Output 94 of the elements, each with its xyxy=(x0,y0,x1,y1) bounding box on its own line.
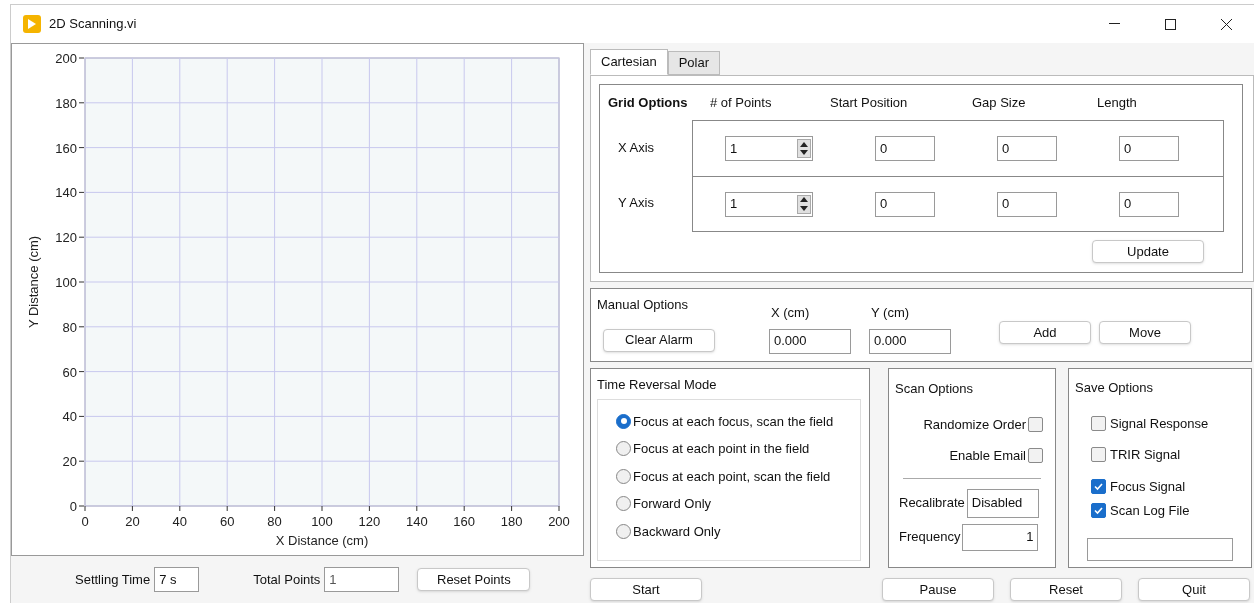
save-options-title: Save Options xyxy=(1075,379,1155,397)
length-field[interactable]: 0 xyxy=(1119,136,1179,161)
radio-button[interactable] xyxy=(616,523,631,539)
y-tick-label: 40 xyxy=(62,409,77,425)
checkbox-label: Randomize Order xyxy=(923,415,1026,434)
time-reversal-mode-title: Time Reversal Mode xyxy=(597,376,718,394)
axis-label: X Axis xyxy=(617,138,656,157)
checkbox[interactable] xyxy=(1091,415,1106,431)
radio-label: Backward Only xyxy=(633,522,721,541)
control-button[interactable]: Start xyxy=(590,578,702,601)
frequency-label: Frequency xyxy=(899,528,961,547)
tab[interactable]: Cartesian xyxy=(590,49,668,75)
manual-action-button[interactable]: Move xyxy=(1099,321,1191,344)
points-spinbox[interactable]: 1 xyxy=(725,136,813,161)
x-tick-label: 40 xyxy=(172,514,188,529)
x-tick-label: 60 xyxy=(219,514,235,529)
y-tick-label: 200 xyxy=(55,51,77,66)
settling-time-label: Settling Time xyxy=(75,570,151,589)
control-button[interactable]: Pause xyxy=(882,578,994,601)
coordinate-label: X (cm) xyxy=(770,304,811,322)
x-axis-title: X Distance (cm) xyxy=(275,533,369,548)
checkbox[interactable] xyxy=(1091,478,1106,494)
radio-label: Focus at each focus, scan the field xyxy=(633,412,834,431)
gap-size-field[interactable]: 0 xyxy=(997,136,1057,161)
y-tick-label: 120 xyxy=(55,230,77,246)
y-tick-label: 160 xyxy=(55,140,77,156)
total-points-label: Total Points xyxy=(253,570,321,589)
length-field[interactable]: 0 xyxy=(1119,191,1179,217)
update-button[interactable]: Update xyxy=(1092,240,1204,263)
window-title: 2D Scanning.vi xyxy=(49,15,137,34)
x-tick-label: 200 xyxy=(548,514,570,529)
radio-button[interactable] xyxy=(616,441,631,457)
x-tick-label: 80 xyxy=(267,514,282,529)
checkbox[interactable] xyxy=(1091,503,1106,519)
radio-label: Forward Only xyxy=(633,495,712,513)
x-tick-label: 20 xyxy=(125,514,140,529)
check-icon xyxy=(1093,505,1104,517)
y-tick-label: 0 xyxy=(69,499,77,514)
recalibrate-label: Recalibrate xyxy=(899,494,965,513)
checkbox-label: Scan Log File xyxy=(1110,502,1190,520)
axis-label: Y Axis xyxy=(617,193,655,212)
y-tick-label: 60 xyxy=(62,364,77,380)
radio-label: Focus at each point in the field xyxy=(633,440,810,458)
start-position-field[interactable]: 0 xyxy=(875,191,935,217)
coordinate-field[interactable]: 0.000 xyxy=(869,328,951,354)
control-button[interactable]: Quit xyxy=(1138,578,1250,601)
x-tick-label: 180 xyxy=(500,514,523,529)
checkbox[interactable] xyxy=(1028,448,1043,464)
radio-button[interactable] xyxy=(616,496,631,512)
manual-options-title: Manual Options xyxy=(597,296,690,314)
column-header: Gap Size xyxy=(971,94,1027,113)
x-tick-label: 160 xyxy=(453,514,476,529)
checkbox[interactable] xyxy=(1091,447,1106,463)
y-tick-label: 140 xyxy=(55,185,77,201)
column-header: # of Points xyxy=(709,94,773,113)
radio-button[interactable] xyxy=(616,413,631,429)
settling-time-field[interactable]: 7 s xyxy=(154,567,200,592)
start-position-field[interactable]: 0 xyxy=(875,136,935,161)
tab[interactable]: Polar xyxy=(667,51,720,75)
coordinate-field[interactable]: 0.000 xyxy=(769,328,851,354)
checkbox-label: Signal Response xyxy=(1110,414,1209,433)
x-tick-label: 0 xyxy=(81,514,89,529)
y-tick-label: 100 xyxy=(55,275,77,290)
clear-alarm-button[interactable]: Clear Alarm xyxy=(603,328,715,352)
radio-button[interactable] xyxy=(616,468,631,484)
scan-options-title: Scan Options xyxy=(895,380,975,398)
file-path-field[interactable] xyxy=(1087,537,1233,561)
radio-label: Focus at each point, scan the field xyxy=(633,467,831,486)
app-logo-icon xyxy=(23,15,41,33)
spinner-arrows-icon[interactable] xyxy=(797,194,811,214)
column-header: Length xyxy=(1096,94,1138,113)
x-tick-label: 100 xyxy=(311,514,333,529)
checkbox[interactable] xyxy=(1028,416,1043,432)
control-button[interactable]: Reset xyxy=(1010,578,1122,601)
grid-options-title: Grid Options xyxy=(608,94,689,113)
x-tick-label: 140 xyxy=(405,514,428,529)
manual-action-button[interactable]: Add xyxy=(999,321,1091,344)
y-axis-title: Y Distance (cm) xyxy=(26,235,41,329)
spinner-arrows-icon[interactable] xyxy=(797,139,811,158)
points-spinbox[interactable]: 1 xyxy=(725,191,813,217)
gap-size-field[interactable]: 0 xyxy=(997,191,1057,217)
checkbox-label: Enable Email xyxy=(949,447,1026,465)
y-tick-label: 80 xyxy=(62,319,77,335)
y-tick-label: 180 xyxy=(55,95,77,111)
y-tick-label: 20 xyxy=(62,454,77,470)
recalibrate-field[interactable]: Disabled xyxy=(966,488,1039,518)
coordinate-label: Y (cm) xyxy=(870,304,911,322)
reset-points-button[interactable]: Reset Points xyxy=(417,568,531,591)
x-tick-label: 120 xyxy=(358,514,381,529)
frequency-field[interactable]: 1 xyxy=(962,523,1039,551)
checkbox-label: TRIR Signal xyxy=(1110,446,1181,464)
column-header: Start Position xyxy=(829,94,909,113)
total-points-field: 1 xyxy=(324,567,400,592)
checkbox-label: Focus Signal xyxy=(1110,477,1186,496)
